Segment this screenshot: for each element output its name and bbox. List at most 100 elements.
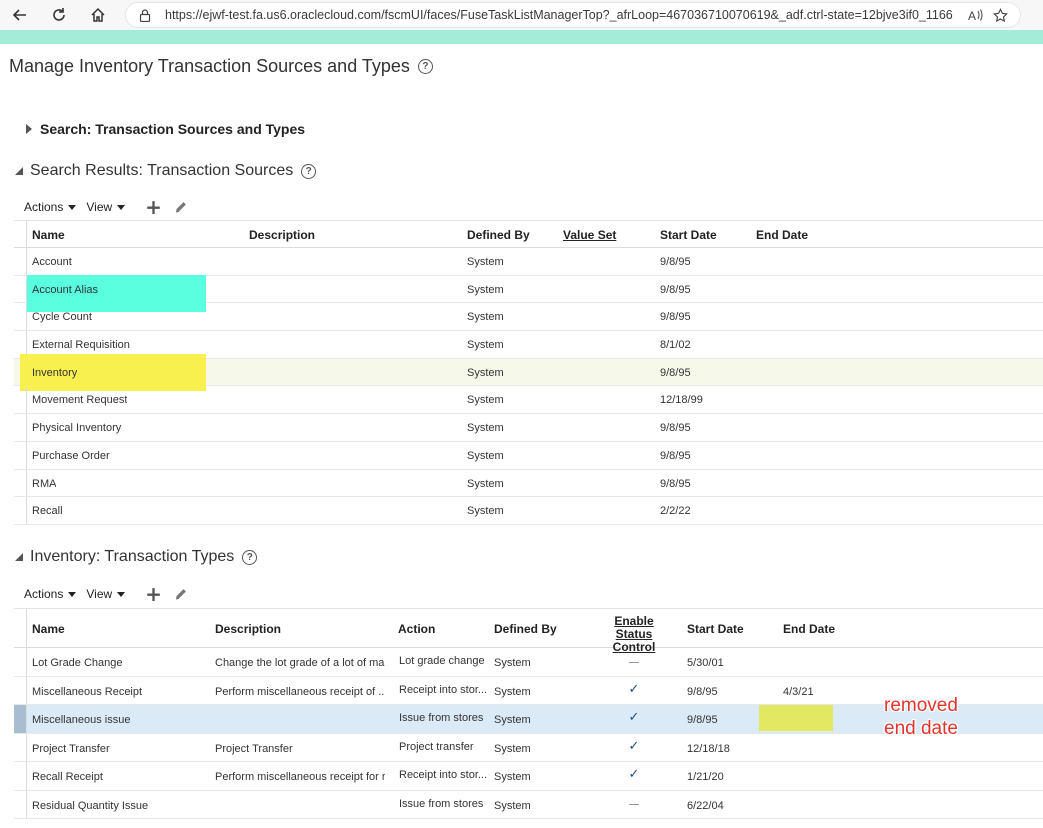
add-plus-icon[interactable]: + [145, 197, 162, 217]
cell-start-date: 6/22/04 [687, 799, 724, 812]
favorite-star-icon[interactable] [988, 3, 1012, 27]
actions-menu[interactable]: Actions [24, 200, 77, 214]
cell-action: Project transfer [399, 740, 474, 753]
cell-start-date: 9/8/95 [687, 714, 718, 726]
sources-section-header[interactable]: Search Results: Transaction Sources ? [15, 162, 317, 180]
cell-defined-by: System [494, 742, 531, 755]
status-control-checked-icon: ✓ [628, 681, 640, 697]
collapse-triangle-icon[interactable] [15, 553, 23, 561]
back-arrow-icon[interactable] [9, 4, 31, 26]
types-toolbar: Actions View + [24, 584, 188, 604]
view-menu-label[interactable]: View [86, 587, 112, 601]
cell-name: Project Transfer [32, 742, 110, 755]
table-row[interactable]: Physical Inventory System 9/8/95 [14, 414, 1043, 442]
cell-defined-by: System [467, 339, 504, 352]
column-header-description[interactable]: Description [249, 228, 315, 242]
column-header-defined-by[interactable]: Defined By [467, 228, 530, 242]
expand-triangle-icon[interactable] [26, 124, 32, 134]
cell-name: Miscellaneous Receipt [32, 685, 143, 698]
view-menu-label[interactable]: View [86, 200, 112, 214]
search-section-toggle[interactable]: Search: Transaction Sources and Types [26, 121, 305, 137]
column-header-end-date[interactable]: End Date [756, 228, 808, 242]
table-row[interactable]: Residual Quantity Issue Issue from stores… [14, 790, 1043, 819]
edit-pencil-icon[interactable] [174, 587, 188, 601]
column-header-description[interactable]: Description [215, 622, 281, 636]
cell-start-date: 9/8/95 [660, 449, 691, 462]
table-row[interactable]: Recall System 2/2/22 [14, 497, 1043, 525]
cell-description: Project Transfer [215, 742, 293, 755]
collapse-triangle-icon[interactable] [15, 167, 23, 175]
view-menu[interactable]: View [86, 200, 126, 214]
cell-name: Inventory [32, 366, 78, 379]
types-section-header[interactable]: Inventory: Transaction Types ? [15, 548, 258, 566]
table-row[interactable]: Account Alias System 9/8/95 [14, 274, 1043, 312]
actions-menu-label[interactable]: Actions [24, 200, 63, 214]
caret-down-icon[interactable] [117, 204, 126, 210]
sources-table: Name Description Defined By Value Set St… [14, 220, 1043, 525]
sources-table-header: Name Description Defined By Value Set St… [14, 220, 1043, 248]
column-header-enable-status-line1[interactable]: Enable Status [614, 614, 653, 641]
url-text[interactable]: https://ejwf-test.fa.us6.oraclecloud.com… [165, 8, 964, 22]
lock-icon[interactable] [138, 8, 151, 22]
address-bar[interactable]: https://ejwf-test.fa.us6.oraclecloud.com… [125, 2, 1021, 28]
cell-action: Receipt into stor... [399, 769, 487, 781]
refresh-icon[interactable] [48, 4, 70, 26]
annotation-line-1: removed [884, 695, 958, 716]
caret-down-icon[interactable] [117, 591, 126, 597]
cell-defined-by: System [467, 505, 504, 518]
status-control-checked-icon: ✓ [628, 738, 640, 754]
column-header-name[interactable]: Name [32, 228, 65, 242]
caret-down-icon[interactable] [68, 591, 77, 597]
cell-action: Lot grade change [399, 655, 485, 667]
edit-pencil-icon[interactable] [174, 200, 188, 214]
actions-menu-label[interactable]: Actions [24, 587, 63, 601]
cell-start-date: 2/2/22 [660, 505, 691, 518]
column-header-name[interactable]: Name [32, 622, 65, 636]
page-title-row: Manage Inventory Transaction Sources and… [9, 56, 433, 77]
table-row[interactable]: Cycle Count System 9/8/95 [14, 303, 1043, 332]
highlight-marker [759, 705, 833, 731]
cell-start-date: 12/18/18 [687, 742, 730, 755]
view-menu[interactable]: View [86, 587, 126, 601]
search-section-title[interactable]: Search: Transaction Sources and Types [40, 121, 305, 137]
column-header-start-date[interactable]: Start Date [687, 622, 744, 636]
caret-down-icon[interactable] [68, 204, 77, 210]
table-row[interactable]: RMA System 9/8/95 [14, 469, 1043, 498]
types-table-header: Name Description Action Defined By Enabl… [14, 608, 1043, 654]
read-aloud-icon[interactable]: A [964, 3, 988, 27]
cell-start-date: 9/8/95 [687, 685, 718, 698]
cell-start-date: 9/8/95 [660, 311, 691, 324]
cell-start-date: 9/8/95 [660, 283, 691, 296]
cell-name: External Requisition [32, 339, 130, 352]
status-control-unchecked-icon [626, 656, 642, 668]
row-selection-indicator[interactable] [14, 705, 26, 733]
cell-action: Issue from stores [399, 797, 484, 810]
page-header-strip [0, 30, 1043, 44]
cell-name: Account [32, 256, 72, 268]
home-icon[interactable] [87, 4, 109, 26]
browser-toolbar: https://ejwf-test.fa.us6.oraclecloud.com… [0, 0, 1043, 30]
table-row[interactable]: Inventory System 9/8/95 [14, 353, 1043, 391]
table-row[interactable]: Purchase Order System 9/8/95 [14, 441, 1043, 470]
add-plus-icon[interactable]: + [145, 584, 162, 604]
column-header-start-date[interactable]: Start Date [660, 228, 717, 242]
column-header-defined-by[interactable]: Defined By [494, 622, 557, 636]
column-header-end-date[interactable]: End Date [783, 622, 835, 636]
help-icon[interactable]: ? [417, 59, 433, 74]
page-title: Manage Inventory Transaction Sources and… [9, 56, 410, 76]
column-header-action[interactable]: Action [398, 622, 435, 636]
table-row[interactable]: Recall Receipt Perform miscellaneous rece… [14, 762, 1043, 791]
sources-section-title: Search Results: Transaction Sources [30, 162, 294, 179]
cell-defined-by: System [467, 394, 504, 407]
cell-start-date: 9/8/95 [660, 477, 691, 490]
table-row[interactable]: Account System 9/8/95 [14, 248, 1043, 276]
table-row[interactable]: Movement Request System 12/18/99 [14, 386, 1043, 415]
cell-defined-by: System [494, 685, 531, 698]
help-icon[interactable]: ? [301, 163, 317, 179]
cell-name: Recall Receipt [32, 771, 103, 783]
help-icon[interactable]: ? [242, 549, 258, 565]
actions-menu[interactable]: Actions [24, 587, 77, 601]
column-header-value-set[interactable]: Value Set [563, 228, 616, 242]
cell-end-date: 4/3/21 [783, 685, 814, 698]
table-row[interactable]: Lot Grade Change Change the lot grade of … [14, 648, 1043, 677]
